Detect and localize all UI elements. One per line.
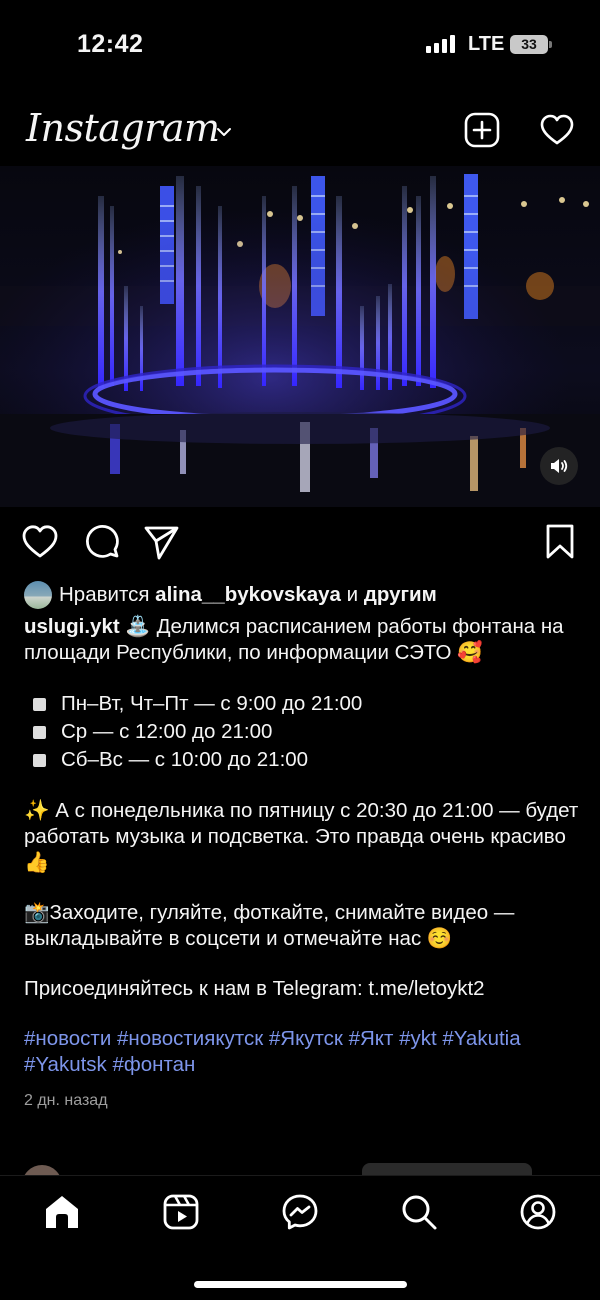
schedule-list: Пн–Вт, Чт–Пт — с 9:00 до 21:00 Ср — с 12… xyxy=(24,690,584,774)
status-bar: 12:42 LTE 33 xyxy=(0,0,600,90)
caption: uslugi.ykt ⛲ Делимся расписанием работы … xyxy=(24,614,584,666)
profile-icon[interactable] xyxy=(518,1192,558,1232)
list-item: Сб–Вс — с 10:00 до 21:00 xyxy=(24,746,584,774)
post-content: Нравится alina__bykovskaya и другим uslu… xyxy=(24,578,584,1114)
list-item: Пн–Вт, Чт–Пт — с 9:00 до 21:00 xyxy=(24,690,584,718)
fountain-image xyxy=(0,166,600,507)
post-video[interactable] xyxy=(0,166,600,507)
post-timestamp: 2 дн. назад xyxy=(24,1092,108,1109)
bullet-square-icon xyxy=(33,753,46,767)
liked-by-user[interactable]: alina__bykovskaya xyxy=(155,582,341,608)
list-item: Ср — с 12:00 до 21:00 xyxy=(24,718,584,746)
bullet-square-icon xyxy=(33,697,46,711)
heart-icon[interactable] xyxy=(539,112,575,148)
status-time: 12:42 xyxy=(77,30,144,58)
heart-icon[interactable] xyxy=(20,522,60,562)
messenger-icon[interactable] xyxy=(280,1192,320,1232)
network-type: LTE xyxy=(468,33,505,55)
search-icon[interactable] xyxy=(399,1192,439,1232)
app-header: Instagram xyxy=(0,100,600,166)
likes-prefix: Нравится xyxy=(59,583,150,606)
avatar xyxy=(22,1165,62,1175)
schedule-item: Ср — с 12:00 до 21:00 xyxy=(61,720,273,743)
likes-line[interactable]: Нравится alina__bykovskaya и другим xyxy=(24,578,584,612)
bookmark-icon[interactable] xyxy=(540,522,580,562)
signal-icon xyxy=(426,34,455,53)
music-note: ✨ А с понедельника по пятницу с 20:30 до… xyxy=(24,799,579,874)
post-actions xyxy=(0,522,600,566)
chevron-down-icon[interactable] xyxy=(216,124,232,140)
share-icon[interactable] xyxy=(142,522,182,562)
liker-avatar[interactable] xyxy=(24,581,52,609)
telegram-text[interactable]: Присоединяйтесь к нам в Telegram: t.me/l… xyxy=(24,976,584,1002)
hashtags[interactable]: #новости #новостиякутск #Якутск #Якт #yk… xyxy=(24,1026,584,1078)
invite-text: 📸Заходите, гуляйте, фоткайте, снимайте в… xyxy=(24,901,515,950)
comment-icon[interactable] xyxy=(82,522,122,562)
schedule-item: Пн–Вт, Чт–Пт — с 9:00 до 21:00 xyxy=(61,692,363,715)
volume-button[interactable] xyxy=(540,447,578,485)
home-indicator[interactable] xyxy=(194,1281,407,1288)
bullet-square-icon xyxy=(33,725,46,739)
new-post-icon[interactable] xyxy=(464,112,500,148)
reels-icon[interactable] xyxy=(161,1192,201,1232)
instagram-logo[interactable]: Instagram xyxy=(26,106,220,150)
likes-and: и xyxy=(346,583,359,606)
home-icon[interactable] xyxy=(42,1192,82,1232)
follow-button-peek xyxy=(362,1163,532,1175)
battery-icon: 33 xyxy=(510,35,552,54)
comment-row-peek xyxy=(0,1163,600,1175)
likes-others[interactable]: другим xyxy=(364,582,437,608)
post-username[interactable]: uslugi.ykt xyxy=(24,615,120,638)
volume-icon xyxy=(551,459,568,473)
schedule-item: Сб–Вс — с 10:00 до 21:00 xyxy=(61,748,309,771)
